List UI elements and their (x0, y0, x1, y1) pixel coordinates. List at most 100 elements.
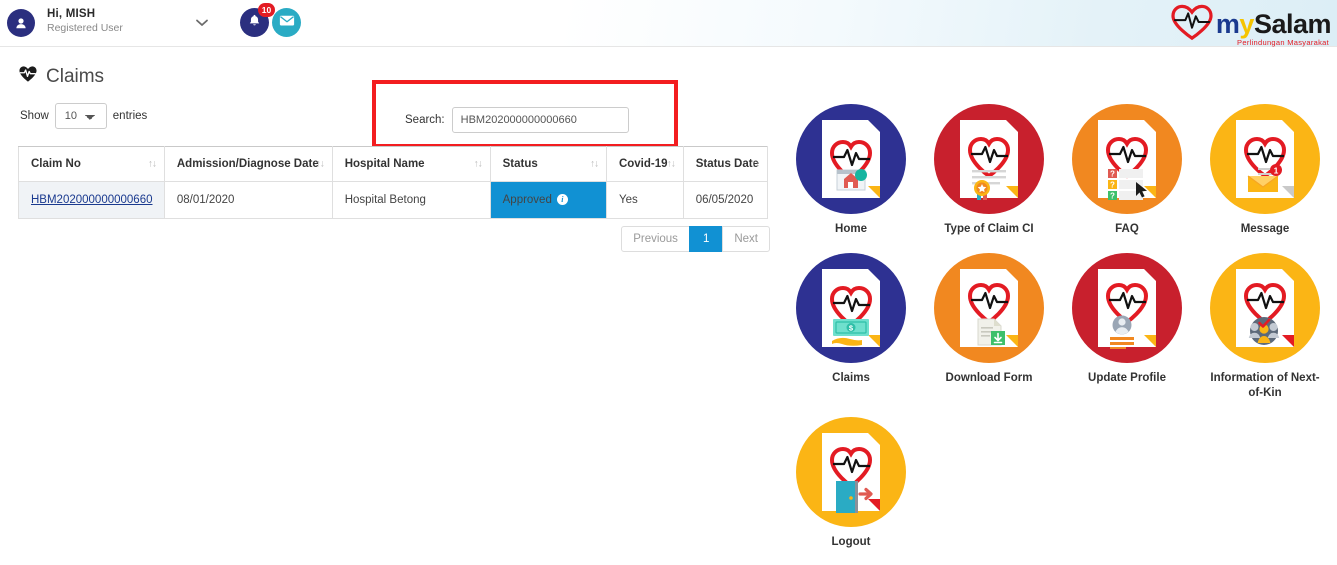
user-info: Hi, MISH Registered User (47, 8, 123, 34)
menu-icon-circle (796, 416, 906, 527)
column-header-hospital[interactable]: Hospital Name ↑↓ (331, 146, 491, 182)
messages-button[interactable] (272, 8, 301, 37)
quick-menu-grid: Home Type of Claim CI ? ? ? FAQ 1 Messag… (782, 104, 1337, 565)
money-document-icon: $ (820, 267, 882, 349)
user-role: Registered User (47, 21, 123, 34)
table-header-row: Claim No ↑↓ Admission/Diagnose Date ↑↓ Hos… (18, 146, 769, 182)
menu-icon-circle: ? ? ? (1072, 104, 1182, 214)
sort-asc-desc-icon: ↑↓ (147, 158, 157, 170)
brand-salam: Salam (1253, 9, 1332, 39)
menu-item-next-of-kin[interactable]: Information of Next-of-Kin (1196, 252, 1334, 402)
notifications-button[interactable]: 10 (240, 3, 275, 37)
sort-asc-desc-icon: ↑↓ (473, 158, 483, 170)
menu-item-label: Home (835, 223, 867, 235)
download-document-icon (958, 267, 1020, 349)
heart-pulse-icon (18, 65, 38, 88)
search-label: Search: (405, 114, 445, 126)
svg-text:?: ? (1110, 170, 1115, 179)
menu-item-type-of-claim-ci[interactable]: Type of Claim CI (920, 104, 1058, 238)
pagination-previous[interactable]: Previous (621, 226, 690, 252)
message-document-icon: 1 (1234, 118, 1296, 200)
cell-admission-date: 08/01/2020 (163, 181, 333, 219)
column-header-admission[interactable]: Admission/Diagnose Date ↑↓ (163, 146, 333, 182)
column-header-covid19[interactable]: Covid-19 ↑↓ (605, 146, 684, 182)
pagination: Previous 1 Next (621, 226, 770, 252)
show-label: Show (20, 110, 49, 122)
menu-item-label: FAQ (1115, 223, 1139, 235)
column-label: Status (502, 158, 538, 170)
menu-icon-circle (796, 104, 906, 214)
column-label: Admission/Diagnose Date (176, 158, 319, 170)
cell-status: Approved i (489, 181, 607, 219)
column-header-status[interactable]: Status ↑↓ (489, 146, 607, 182)
sort-asc-desc-icon: ↑↓ (589, 158, 599, 170)
sort-asc-desc-icon: ↑↓ (666, 158, 676, 170)
column-label: Covid-19 (618, 158, 668, 170)
user-greeting: Hi, MISH (47, 8, 96, 20)
user-circle-icon (13, 15, 29, 31)
status-badge-label: Approved (502, 194, 552, 206)
notification-badge: 10 (258, 3, 275, 17)
cell-claim-no: HBM202000000000660 (18, 181, 165, 219)
menu-icon-circle: 1 (1210, 104, 1320, 214)
column-label: Status Date (695, 158, 759, 170)
cell-covid19: Yes (605, 181, 684, 219)
table-row: HBM202000000000660 08/01/2020 Hospital B… (18, 181, 769, 219)
entries-control: Show 10 entries (20, 103, 147, 129)
svg-text:?: ? (1110, 192, 1115, 201)
page-title-text: Claims (46, 65, 105, 87)
faq-document-icon: ? ? ? (1096, 118, 1158, 200)
avatar[interactable] (7, 9, 35, 37)
menu-item-label: Download Form (945, 371, 1033, 384)
info-icon[interactable]: i (556, 194, 568, 205)
entries-select[interactable]: 10 (54, 103, 107, 129)
brand-my-y: y (1239, 9, 1254, 39)
menu-item-label: Claims (832, 371, 870, 384)
svg-text:?: ? (1110, 181, 1115, 190)
column-header-status-date[interactable]: Status Date ↑↓ (682, 146, 769, 182)
svg-text:1: 1 (1274, 165, 1279, 175)
family-document-icon (1234, 267, 1296, 349)
user-menu-toggle[interactable] (193, 14, 211, 32)
search-input[interactable] (451, 107, 629, 133)
menu-icon-circle (1072, 252, 1182, 363)
menu-item-label: Update Profile (1088, 371, 1166, 384)
pagination-next[interactable]: Next (722, 226, 770, 252)
menu-item-home[interactable]: Home (782, 104, 920, 238)
menu-item-faq[interactable]: ? ? ? FAQ (1058, 104, 1196, 238)
menu-icon-circle (1210, 252, 1320, 363)
column-label: Hospital Name (344, 158, 425, 170)
entries-label: entries (112, 110, 148, 122)
page-title: Claims (18, 65, 104, 88)
cell-hospital-name: Hospital Betong (331, 181, 491, 219)
menu-item-message[interactable]: 1 Message (1196, 104, 1334, 238)
menu-item-label: Message (1240, 223, 1290, 235)
logout-document-icon (820, 431, 882, 513)
cell-status-date: 06/05/2020 (682, 181, 769, 219)
heart-pulse-icon (1170, 3, 1214, 46)
top-header: Hi, MISH Registered User 10 mySalam Perl… (0, 0, 1337, 47)
menu-item-logout[interactable]: Logout (782, 416, 920, 551)
claims-table: Claim No ↑↓ Admission/Diagnose Date ↑↓ Hos… (18, 146, 769, 219)
column-label: Claim No (31, 158, 81, 170)
pagination-page-1[interactable]: 1 (688, 226, 724, 252)
profile-document-icon (1096, 267, 1158, 349)
menu-item-label: Type of Claim CI (944, 223, 1034, 235)
claim-no-link[interactable]: HBM202000000000660 (31, 194, 153, 206)
sort-asc-desc-icon: ↑↓ (315, 158, 325, 170)
column-header-claim-no[interactable]: Claim No ↑↓ (18, 146, 165, 182)
menu-item-update-profile[interactable]: Update Profile (1058, 252, 1196, 402)
menu-icon-circle (934, 252, 1044, 363)
chevron-down-icon (195, 18, 209, 28)
brand-my-m: m (1215, 9, 1240, 39)
menu-item-label: Information of Next-of-Kin (1210, 371, 1320, 400)
search-control: Search: (405, 107, 629, 133)
sort-asc-desc-icon: ↑↓ (751, 158, 760, 170)
menu-item-download-form[interactable]: Download Form (920, 252, 1058, 402)
menu-icon-circle: $ (796, 252, 906, 363)
brand-tagline: Perlindungan Masyarakat (1237, 38, 1329, 47)
menu-item-label: Logout (831, 535, 871, 548)
home-document-icon (820, 118, 882, 200)
menu-item-claims[interactable]: $ Claims (782, 252, 920, 402)
certificate-document-icon (958, 118, 1020, 200)
